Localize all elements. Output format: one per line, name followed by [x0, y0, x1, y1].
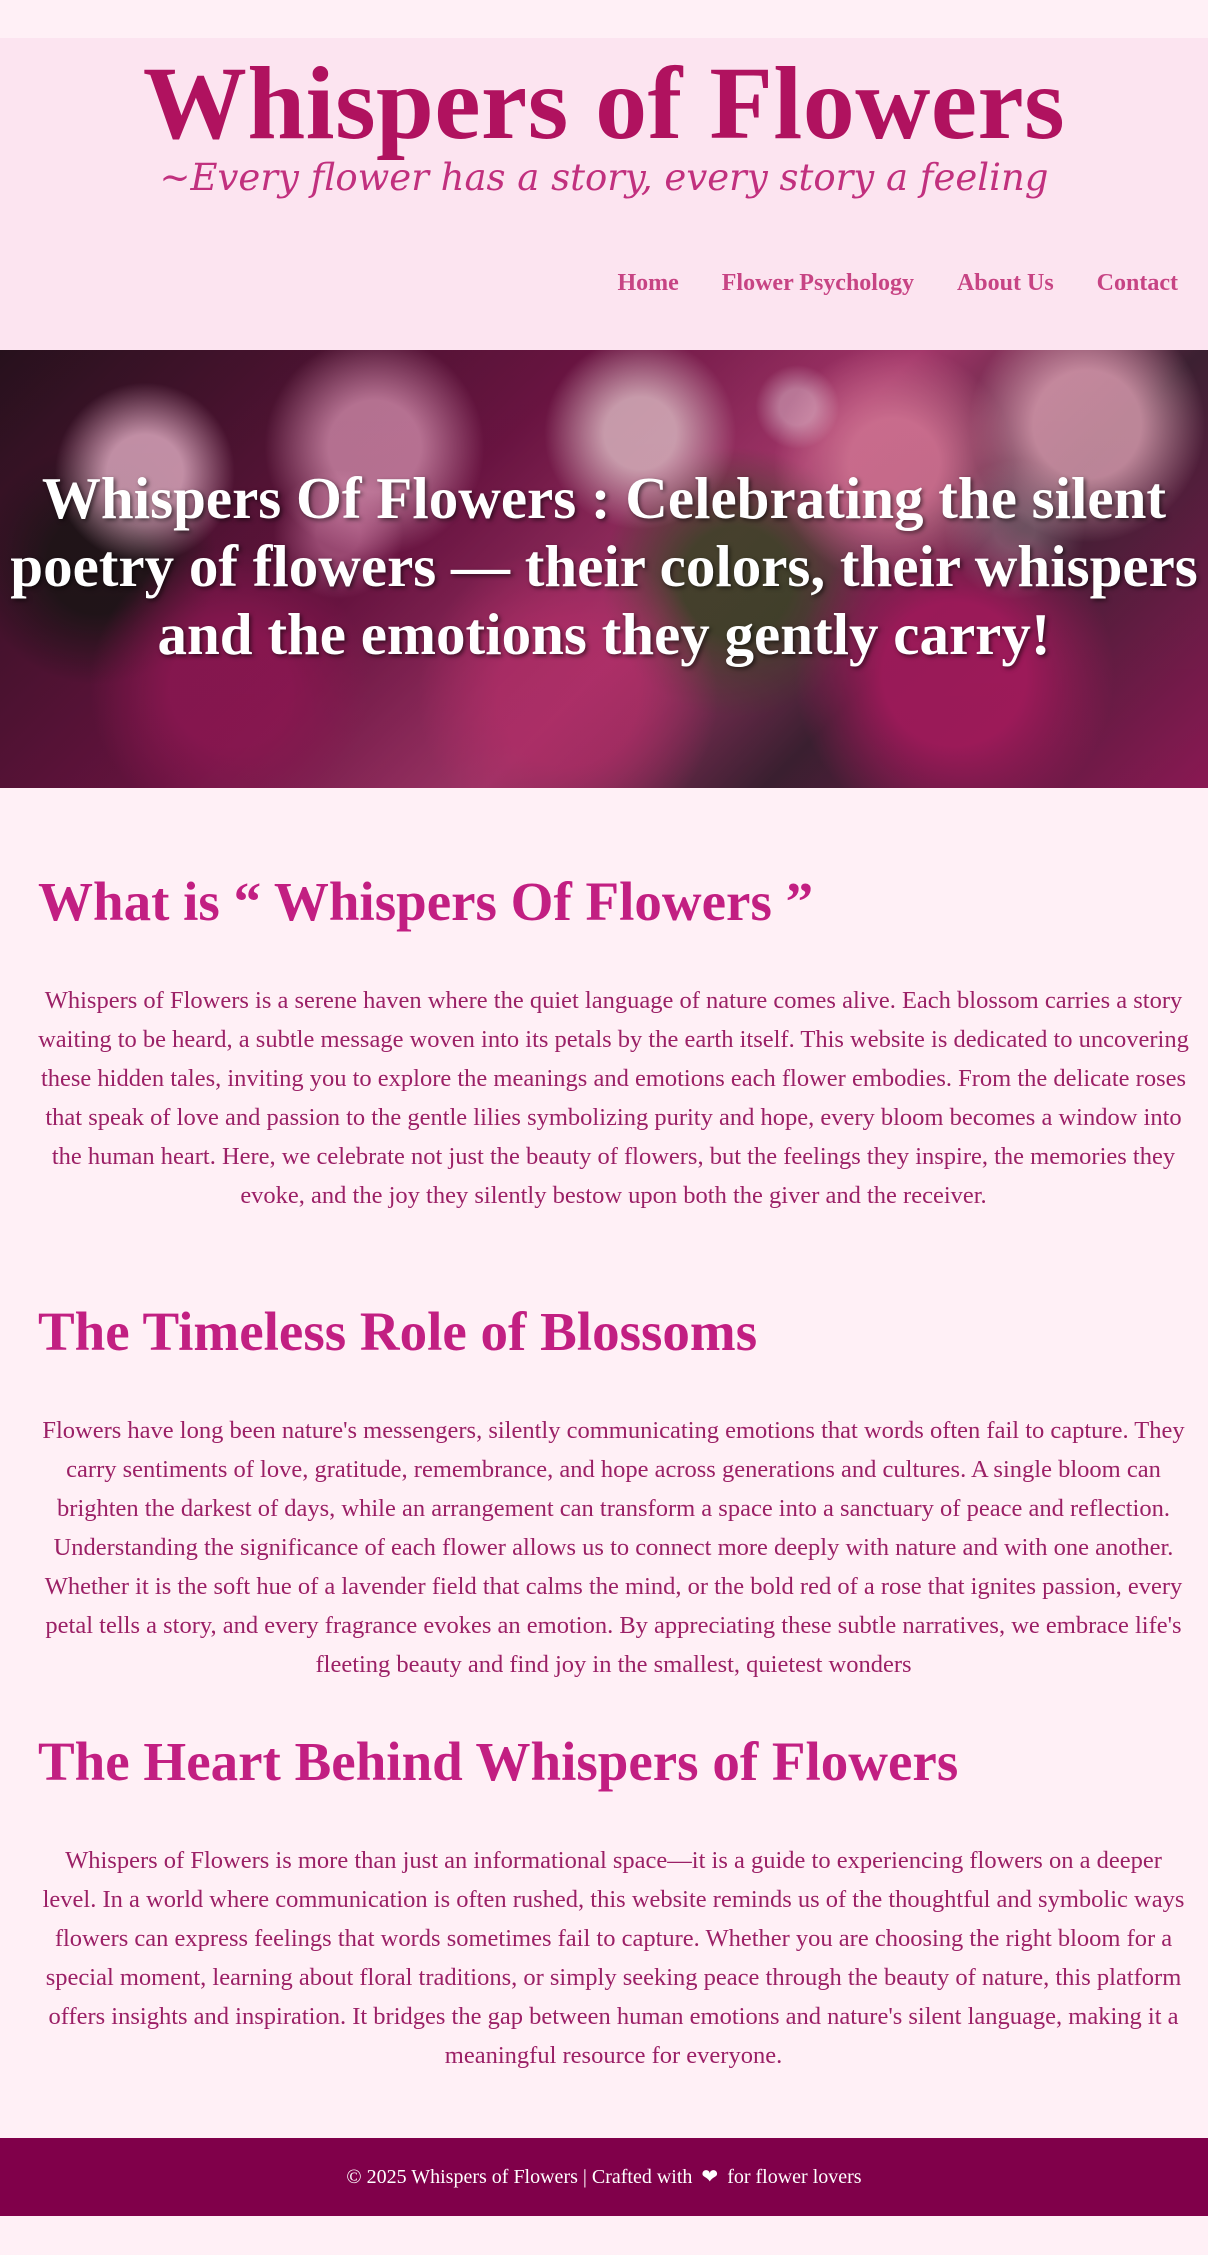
footer-copyright-text: © 2025 Whispers of Flowers | Crafted wit…: [346, 2166, 693, 2188]
nav-link-contact[interactable]: Contact: [1097, 270, 1178, 297]
section-text-timeless-role: Flowers have long been nature's messenge…: [42, 1417, 1185, 1678]
site-title: Whispers of Flowers: [142, 46, 1066, 161]
section-title-what-is: What is “ Whispers Of Flowers ”: [38, 871, 814, 932]
section-text-what-is: Whispers of Flowers is a serene haven wh…: [38, 987, 1189, 1209]
hero-banner: Whispers Of Flowers : Celebrating the si…: [0, 350, 1208, 788]
site-tagline: ~Every flower has a story, every story a…: [159, 156, 1049, 199]
section-title-heart-behind: The Heart Behind Whispers of Flowers: [38, 1731, 959, 1792]
main-navigation: Home Flower Psychology About Us Contact: [617, 270, 1178, 297]
nav-link-home[interactable]: Home: [617, 270, 678, 297]
main-content: What is “ Whispers Of Flowers ” Whispers…: [0, 788, 1208, 2138]
site-footer: © 2025 Whispers of Flowers | Crafted wit…: [0, 2138, 1208, 2216]
site-header: Whispers of Flowers ~Every flower has a …: [0, 38, 1208, 350]
footer-tagline-text: for flower lovers: [727, 2166, 862, 2188]
section-title-timeless-role: The Timeless Role of Blossoms: [38, 1301, 758, 1362]
section-text-heart-behind: Whispers of Flowers is more than just an…: [42, 1847, 1185, 2069]
nav-link-about-us[interactable]: About Us: [957, 270, 1054, 297]
hero-title: Whispers Of Flowers : Celebrating the si…: [10, 465, 1198, 667]
nav-link-flower-psychology[interactable]: Flower Psychology: [722, 270, 914, 297]
heart-icon: ❤: [701, 2166, 719, 2188]
